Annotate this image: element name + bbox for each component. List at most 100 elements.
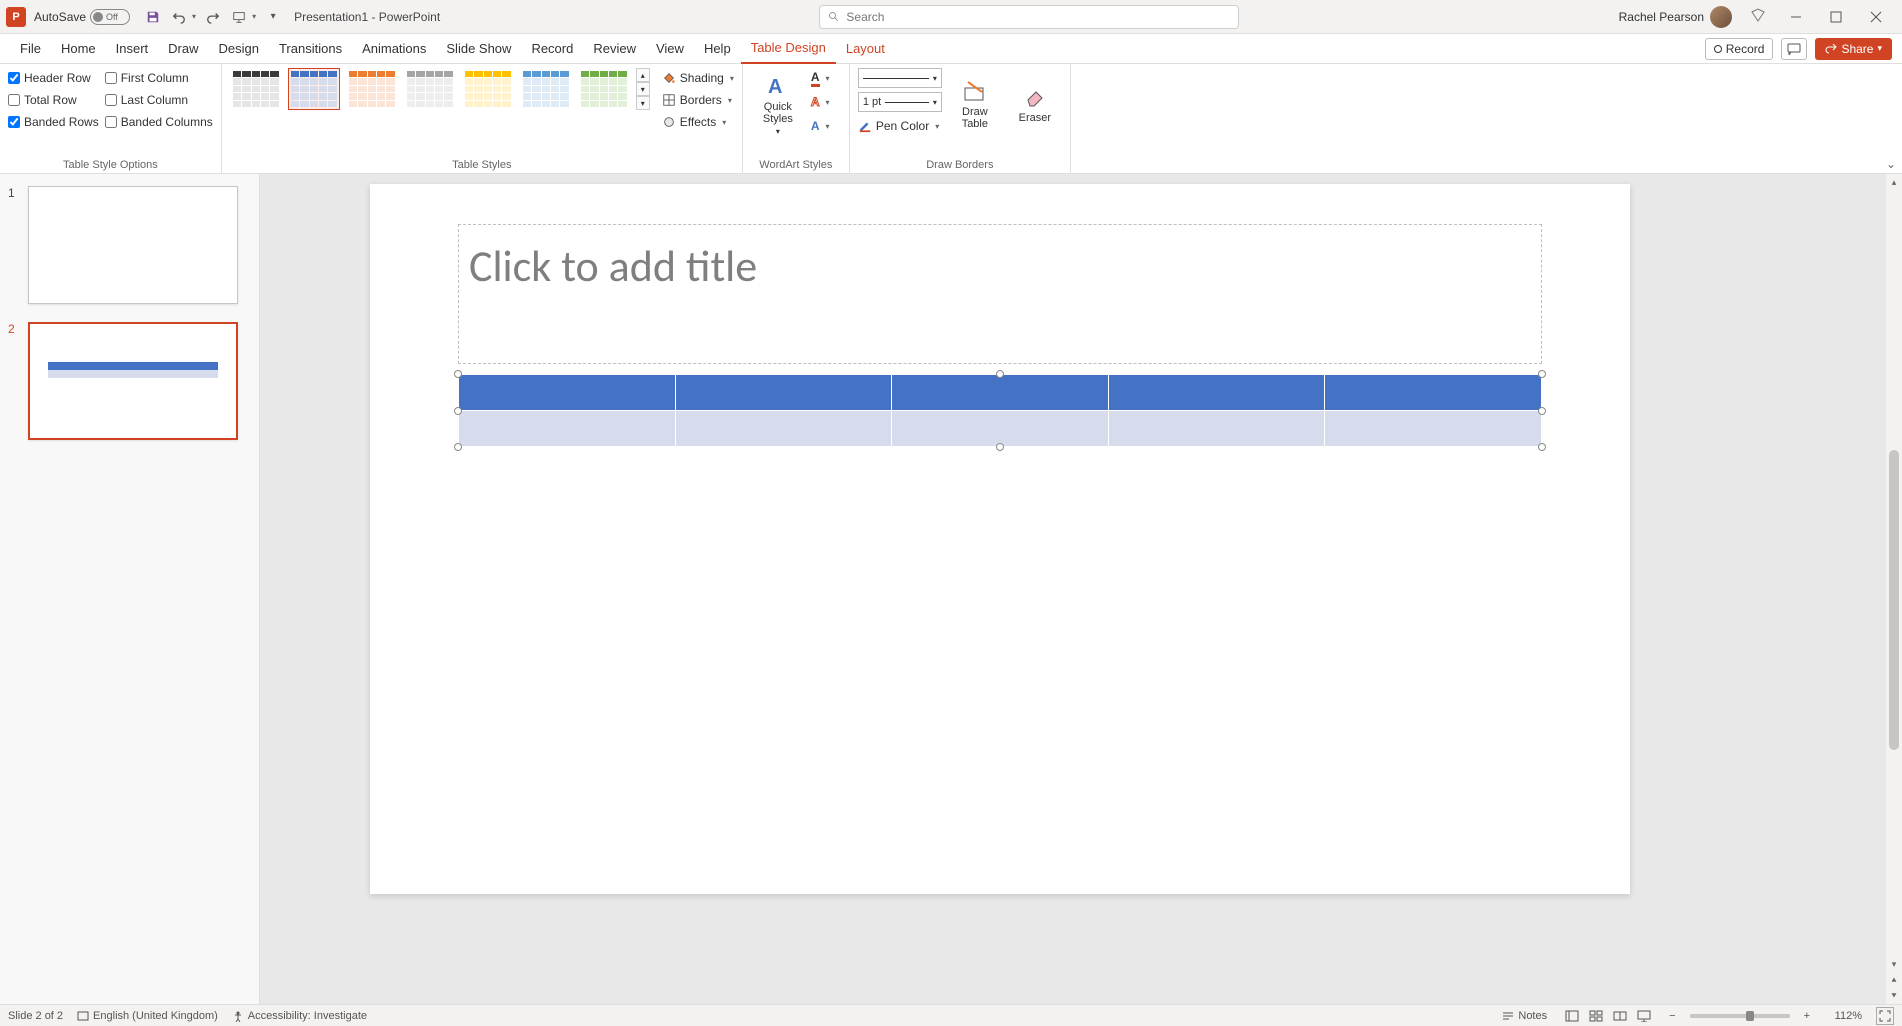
eraser-button[interactable]: Eraser [1008,68,1062,140]
gallery-scroll-down[interactable]: ▾ [636,82,650,96]
thumbnail-2[interactable] [28,322,238,440]
table-style-5[interactable] [520,68,572,110]
effects-button[interactable]: Effects ▾ [662,112,734,132]
selection-handle[interactable] [454,370,462,378]
checkbox-banded-columns[interactable]: Banded Columns [105,112,213,132]
zoom-slider[interactable] [1690,1014,1790,1018]
selection-handle[interactable] [996,443,1004,451]
quick-styles-button[interactable]: A Quick Styles ▾ [751,68,805,140]
present-from-start-button[interactable] [228,6,250,28]
tab-file[interactable]: File [10,34,51,64]
shading-button[interactable]: Shading ▾ [662,68,734,88]
pen-color-button[interactable]: Pen Color ▾ [858,116,942,136]
checkbox-total-row[interactable]: Total Row [8,90,99,110]
selection-handle[interactable] [454,443,462,451]
undo-button[interactable] [168,6,190,28]
slide-counter[interactable]: Slide 2 of 2 [8,1010,63,1022]
table-style-6[interactable] [578,68,630,110]
tab-draw[interactable]: Draw [158,34,208,64]
collapse-ribbon-button[interactable]: ⌄ [1886,157,1896,171]
next-slide-button[interactable]: ⯆ [1886,988,1902,1004]
pen-style-select[interactable]: ▾ [858,68,942,88]
slide[interactable]: Click to add title [370,184,1630,894]
table-style-1[interactable] [288,68,340,110]
slide-sorter-button[interactable] [1585,1007,1607,1025]
tab-insert[interactable]: Insert [106,34,159,64]
text-effects-button[interactable]: A▾ [811,116,841,136]
tab-view[interactable]: View [646,34,694,64]
selection-handle[interactable] [1538,443,1546,451]
title-placeholder[interactable]: Click to add title [458,224,1542,364]
table-style-2[interactable] [346,68,398,110]
thumbnail-panel[interactable]: 1 2 [0,174,260,1004]
undo-caret-icon[interactable]: ▾ [192,12,196,21]
minimize-button[interactable] [1776,2,1816,32]
table-style-3[interactable] [404,68,456,110]
scroll-track[interactable] [1886,190,1902,956]
customize-qat-button[interactable]: ▾ [262,6,284,28]
gallery-scroll-up[interactable]: ▴ [636,68,650,82]
vertical-scrollbar[interactable]: ▴ ▾ ⯅ ⯆ [1886,174,1902,1004]
draw-table-button[interactable]: Draw Table [948,68,1002,140]
selection-handle[interactable] [1538,407,1546,415]
search-input[interactable] [846,10,1230,24]
tab-record[interactable]: Record [521,34,583,64]
prev-slide-button[interactable]: ⯅ [1886,972,1902,988]
checkbox-last-column[interactable]: Last Column [105,90,213,110]
maximize-button[interactable] [1816,2,1856,32]
premium-icon[interactable] [1750,7,1766,26]
save-button[interactable] [142,6,164,28]
table-object[interactable] [458,374,1542,447]
checkbox-banded-rows[interactable]: Banded Rows [8,112,99,132]
close-button[interactable] [1856,2,1896,32]
text-fill-button[interactable]: A▾ [811,68,841,88]
tab-review[interactable]: Review [583,34,646,64]
slideshow-view-button[interactable] [1633,1007,1655,1025]
zoom-percent[interactable]: 112% [1824,1010,1862,1022]
gallery-more-button[interactable]: ▾ [636,96,650,110]
borders-button[interactable]: Borders ▾ [662,90,734,110]
text-outline-button[interactable]: A▾ [811,92,841,112]
tab-transitions[interactable]: Transitions [269,34,352,64]
scroll-thumb[interactable] [1889,450,1899,750]
table-header-row[interactable] [459,375,1542,411]
scroll-up-button[interactable]: ▴ [1886,174,1902,190]
tab-layout[interactable]: Layout [836,34,895,64]
record-button[interactable]: Record [1705,38,1774,60]
autosave-toggle[interactable]: Off [90,9,130,25]
accessibility-button[interactable]: Accessibility: Investigate [232,1010,367,1022]
pen-weight-select[interactable]: 1 pt ▾ [858,92,942,112]
tab-animations[interactable]: Animations [352,34,436,64]
checkbox-first-column[interactable]: First Column [105,68,213,88]
zoom-in-button[interactable]: + [1804,1010,1810,1022]
search-box[interactable] [819,5,1239,29]
thumbnail-1[interactable] [28,186,238,304]
zoom-out-button[interactable]: − [1669,1010,1675,1022]
reading-view-button[interactable] [1609,1007,1631,1025]
normal-view-button[interactable] [1561,1007,1583,1025]
scroll-down-button[interactable]: ▾ [1886,956,1902,972]
table-styles-gallery [230,68,630,110]
share-button[interactable]: Share ▾ [1815,38,1892,60]
user-account[interactable]: Rachel Pearson [1619,6,1732,28]
tab-slide-show[interactable]: Slide Show [436,34,521,64]
tab-home[interactable]: Home [51,34,106,64]
redo-button[interactable] [202,6,224,28]
table-style-4[interactable] [462,68,514,110]
tab-help[interactable]: Help [694,34,741,64]
comments-button[interactable] [1781,38,1807,60]
table-style-0[interactable] [230,68,282,110]
notes-button[interactable]: Notes [1502,1010,1547,1022]
tab-table-design[interactable]: Table Design [741,34,836,64]
selection-handle[interactable] [1538,370,1546,378]
checkbox-header-row[interactable]: Header Row [8,68,99,88]
zoom-slider-thumb[interactable] [1746,1011,1754,1021]
tab-design[interactable]: Design [209,34,269,64]
selection-handle[interactable] [996,370,1004,378]
selection-handle[interactable] [454,407,462,415]
language-button[interactable]: English (United Kingdom) [77,1010,218,1022]
table-body-row[interactable] [459,411,1542,447]
fit-to-window-button[interactable] [1876,1007,1894,1025]
present-caret-icon[interactable]: ▾ [252,12,256,21]
slide-canvas-area[interactable]: Click to add title ▴ ▾ ⯅ ⯆ [260,174,1902,1004]
